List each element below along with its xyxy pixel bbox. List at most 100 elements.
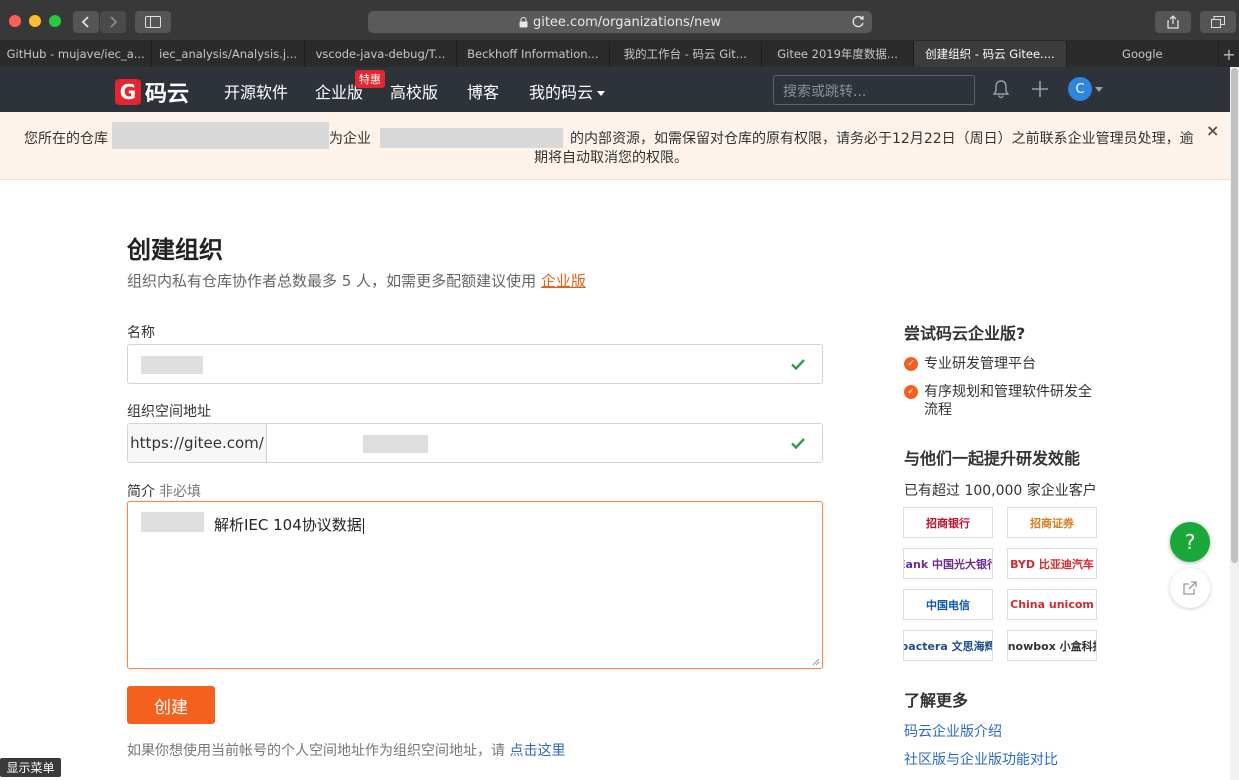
- tab-overview-button[interactable]: [1200, 11, 1236, 33]
- nav-blog[interactable]: 博客: [467, 79, 499, 103]
- redacted-description-prefix: [141, 512, 204, 532]
- redacted-path-value: [363, 435, 428, 453]
- site-header: G 码云 开源软件 企业版 特惠 高校版 博客 我的码云 搜索或跳转... C: [0, 67, 1230, 112]
- china-unicom-logo: China unicom: [1007, 589, 1097, 620]
- ceb-bank-logo: Eank 中国光大银行: [903, 548, 993, 579]
- notice-text-line2: 期将自动取消您的权限。: [534, 150, 688, 166]
- cmb-logo: 招商银行: [903, 507, 993, 538]
- nav-my-gitee-label: 我的码云: [529, 83, 594, 102]
- sidebar-toggle-button[interactable]: [135, 11, 171, 33]
- hint-text: 如果你想使用当前帐号的个人空间地址作为组织空间地址，请 点击这里: [127, 740, 565, 760]
- notice-text-part2: 为企业: [329, 131, 371, 147]
- subtitle-text: 组织内私有仓库协作者总数最多 5 人，如需更多配额建议使用: [127, 272, 541, 290]
- plus-icon[interactable]: [1030, 79, 1050, 99]
- feedback-button[interactable]: [1170, 568, 1210, 608]
- feature-item: ✓ 专业研发管理平台: [904, 355, 1099, 373]
- browser-tabbar: GitHub - mujave/iec_a... iec_analysis/An…: [0, 41, 1239, 67]
- path-prefix: https://gitee.com/: [128, 424, 267, 462]
- pactera-logo: pactera 文思海辉: [903, 630, 993, 661]
- tab-workbench[interactable]: 我的工作台 - 码云 Git...: [610, 41, 762, 67]
- check-icon: [791, 438, 805, 450]
- tab-iec-analysis[interactable]: iec_analysis/Analysis.j...: [152, 41, 305, 67]
- tab-gitee-2019[interactable]: Gitee 2019年度数据...: [762, 41, 915, 67]
- feature-item: ✓ 有序规划和管理软件研发全流程: [904, 383, 1099, 419]
- description-textarea[interactable]: 解析IEC 104协议数据: [127, 501, 823, 669]
- redacted-name-value: [141, 356, 203, 374]
- nav-open-source[interactable]: 开源软件: [224, 79, 288, 103]
- nav-my-gitee[interactable]: 我的码云: [529, 79, 606, 103]
- tab-google[interactable]: Google: [1067, 41, 1219, 67]
- lock-icon: [519, 16, 528, 27]
- sidebar-icon: [145, 16, 161, 28]
- bell-icon[interactable]: [991, 79, 1011, 99]
- click-here-link[interactable]: 点击这里: [509, 743, 565, 759]
- avatar-caret-icon[interactable]: [1095, 87, 1103, 92]
- feature-label: 有序规划和管理软件研发全流程: [924, 384, 1092, 418]
- name-input[interactable]: [127, 344, 823, 384]
- logo-text: 码云: [145, 82, 190, 107]
- tab-create-organization[interactable]: 创建组织 - 码云 Gitee....: [914, 41, 1067, 67]
- external-edit-icon: [1183, 581, 1197, 595]
- create-button[interactable]: 创建: [127, 686, 215, 724]
- together-heading: 与他们一起提升研发效能: [904, 449, 1081, 468]
- edition-compare-link[interactable]: 社区版与企业版功能对比: [904, 749, 1058, 769]
- hint-text-body: 如果你想使用当前帐号的个人空间地址作为组织空间地址，请: [127, 743, 510, 759]
- back-button[interactable]: [73, 11, 99, 33]
- feature-label: 专业研发管理平台: [924, 356, 1036, 372]
- tab-vscode-java-debug[interactable]: vscode-java-debug/T...: [305, 41, 458, 67]
- try-enterprise-heading: 尝试码云企业版?: [904, 324, 1026, 343]
- url-text: gitee.com/organizations/new: [532, 14, 722, 30]
- nav-university[interactable]: 高校版: [390, 79, 438, 103]
- show-menu-button[interactable]: 显示菜单: [0, 758, 61, 777]
- check-icon: [791, 359, 805, 371]
- description-value-text: 解析IEC 104协议数据: [214, 516, 362, 534]
- check-circle-icon: ✓: [904, 357, 918, 371]
- new-tab-button[interactable]: +: [1219, 41, 1239, 67]
- enterprise-intro-link[interactable]: 码云企业版介绍: [904, 721, 1002, 741]
- zoom-window-button[interactable]: [49, 15, 61, 27]
- site-search-input[interactable]: 搜索或跳转...: [773, 75, 975, 105]
- tabs-icon: [1211, 16, 1225, 28]
- path-input[interactable]: https://gitee.com/: [127, 423, 823, 463]
- avatar[interactable]: C: [1068, 77, 1092, 101]
- notice-text-part1: 您所在的仓库: [24, 131, 108, 147]
- text-cursor: [362, 517, 364, 534]
- chevron-right-icon: [110, 16, 118, 28]
- cmb-securities-logo: 招商证券: [1007, 507, 1097, 538]
- description-value: 解析IEC 104协议数据: [214, 514, 364, 535]
- scrollbar-thumb[interactable]: [1231, 68, 1238, 563]
- page-subtitle: 组织内私有仓库协作者总数最多 5 人，如需更多配额建议使用 企业版: [127, 270, 586, 291]
- name-label: 名称: [127, 325, 155, 341]
- close-icon[interactable]: ×: [1206, 123, 1220, 139]
- customers-count-text: 已有超过 100,000 家企业客户: [904, 483, 1097, 499]
- gitee-logo[interactable]: G 码云: [115, 76, 189, 108]
- resize-grip-icon[interactable]: [812, 658, 820, 666]
- learn-more-heading: 了解更多: [904, 691, 969, 710]
- close-window-button[interactable]: [9, 15, 21, 27]
- share-button[interactable]: [1155, 11, 1191, 33]
- caret-down-icon: [597, 91, 606, 96]
- page-title: 创建组织: [127, 236, 223, 264]
- minimize-window-button[interactable]: [29, 15, 41, 27]
- description-label-text: 简介: [127, 484, 155, 500]
- reload-icon[interactable]: [850, 14, 866, 30]
- logo-mark: G: [115, 79, 141, 105]
- help-button[interactable]: ?: [1170, 522, 1210, 562]
- tab-beckhoff[interactable]: Beckhoff Information...: [457, 41, 610, 67]
- address-bar[interactable]: gitee.com/organizations/new: [368, 11, 872, 33]
- knowbox-logo: knowbox 小盒科技: [1007, 630, 1097, 661]
- tab-github[interactable]: GitHub - mujave/iec_a...: [0, 41, 153, 67]
- description-label: 简介 非必填: [127, 481, 201, 501]
- enterprise-link[interactable]: 企业版: [541, 272, 586, 290]
- redacted-repo-name: [112, 122, 329, 149]
- path-label: 组织空间地址: [127, 404, 211, 420]
- browser-titlebar: gitee.com/organizations/new: [0, 0, 1239, 41]
- byd-logo: BYD 比亚迪汽车: [1007, 548, 1097, 579]
- forward-button[interactable]: [100, 11, 126, 33]
- optional-tag: 非必填: [159, 484, 201, 500]
- redacted-enterprise-name: [380, 128, 563, 148]
- chevron-left-icon: [81, 16, 89, 28]
- promo-badge: 特惠: [355, 70, 385, 88]
- china-telecom-logo: 中国电信: [903, 589, 993, 620]
- share-icon: [1167, 15, 1179, 29]
